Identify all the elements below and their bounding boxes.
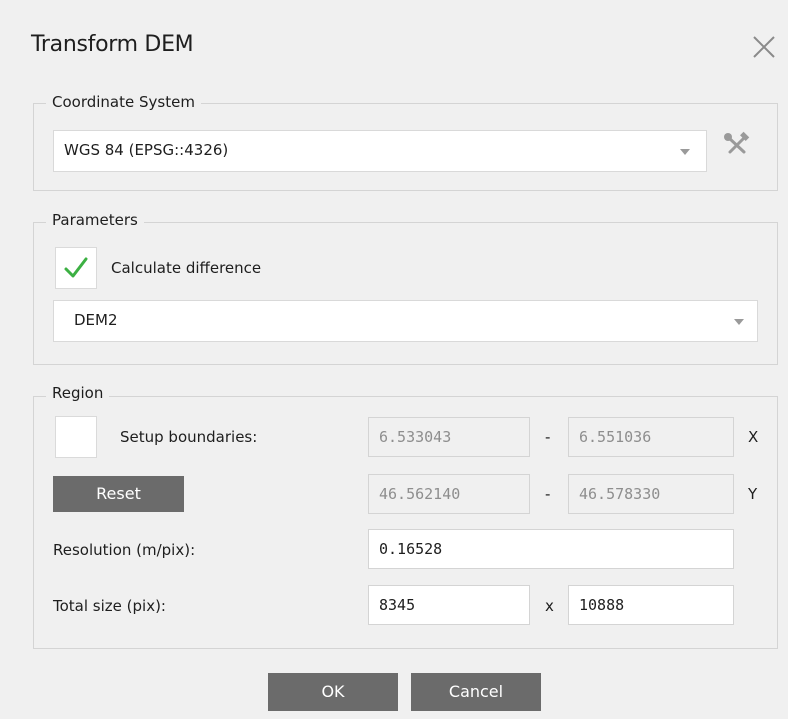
x-axis-label: X bbox=[748, 428, 759, 446]
width-field[interactable]: 8345 bbox=[368, 585, 530, 625]
total-size-label: Total size (pix): bbox=[53, 597, 166, 615]
reset-button[interactable]: Reset bbox=[53, 476, 184, 512]
coordinate-system-value: WGS 84 (EPSG::4326) bbox=[64, 141, 229, 159]
dem-value: DEM2 bbox=[74, 311, 118, 329]
close-icon[interactable] bbox=[751, 34, 777, 60]
chevron-down-icon bbox=[680, 149, 690, 155]
ok-button[interactable]: OK bbox=[268, 673, 398, 711]
dem-select[interactable]: DEM2 bbox=[53, 300, 758, 342]
x-min-field[interactable]: 6.533043 bbox=[368, 417, 530, 457]
x-max-field[interactable]: 6.551036 bbox=[568, 417, 734, 457]
setup-boundaries-label: Setup boundaries: bbox=[120, 428, 258, 446]
calculate-difference-label: Calculate difference bbox=[111, 259, 262, 277]
y-min-field[interactable]: 46.562140 bbox=[368, 474, 530, 514]
tools-icon[interactable] bbox=[720, 130, 754, 160]
parameters-group bbox=[33, 222, 778, 365]
resolution-label: Resolution (m/pix): bbox=[53, 541, 196, 559]
setup-boundaries-checkbox[interactable] bbox=[55, 416, 97, 458]
coordinate-system-select[interactable]: WGS 84 (EPSG::4326) bbox=[53, 130, 707, 172]
calculate-difference-checkbox[interactable] bbox=[55, 247, 97, 289]
transform-dem-dialog: Transform DEM Coordinate System WGS 84 (… bbox=[0, 0, 788, 719]
y-max-field[interactable]: 46.578330 bbox=[568, 474, 734, 514]
x-range-separator: - bbox=[545, 428, 551, 446]
y-range-separator: - bbox=[545, 485, 551, 503]
size-separator: x bbox=[545, 597, 554, 615]
y-axis-label: Y bbox=[748, 485, 758, 503]
dialog-title: Transform DEM bbox=[31, 32, 194, 57]
check-icon bbox=[64, 257, 88, 278]
chevron-down-icon bbox=[734, 319, 744, 325]
region-label: Region bbox=[46, 384, 110, 402]
parameters-label: Parameters bbox=[46, 211, 144, 229]
coordinate-system-label: Coordinate System bbox=[46, 93, 201, 111]
resolution-field[interactable]: 0.16528 bbox=[368, 529, 734, 569]
height-field[interactable]: 10888 bbox=[568, 585, 734, 625]
cancel-button[interactable]: Cancel bbox=[411, 673, 541, 711]
